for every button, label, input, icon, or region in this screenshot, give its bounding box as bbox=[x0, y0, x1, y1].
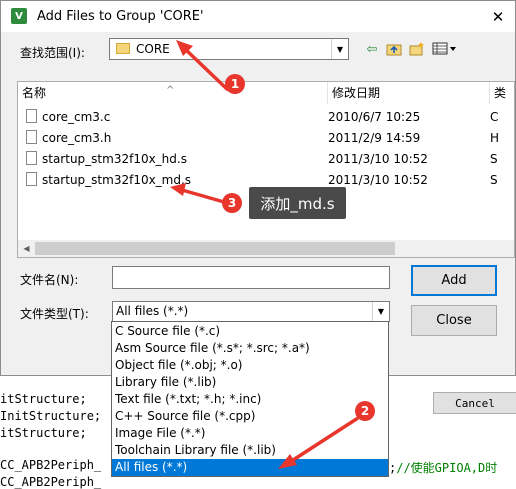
file-type-label: 文件类型(T): bbox=[20, 307, 89, 321]
dropdown-option[interactable]: Toolchain Library file (*.lib) bbox=[112, 442, 388, 459]
add-button[interactable]: Add bbox=[411, 265, 497, 296]
column-name-label: 名称 bbox=[22, 86, 47, 100]
column-header-name[interactable]: 名称 ^ bbox=[18, 82, 328, 104]
file-icon bbox=[26, 172, 37, 186]
file-type: C bbox=[490, 110, 499, 124]
dropdown-option[interactable]: Text file (*.txt; *.h; *.inc) bbox=[112, 391, 388, 408]
file-name-label: 文件名(N): bbox=[20, 273, 79, 287]
file-icon bbox=[26, 151, 37, 165]
file-modified: 2011/3/10 10:52 bbox=[328, 173, 428, 187]
dialog-title: Add Files to Group 'CORE' bbox=[37, 9, 204, 24]
close-button[interactable]: Close bbox=[411, 305, 497, 336]
dropdown-option[interactable]: C Source file (*.c) bbox=[112, 323, 388, 340]
code-comment: //使能GPIOA,D时 bbox=[396, 461, 498, 475]
file-modified: 2010/6/7 10:25 bbox=[328, 110, 421, 124]
file-name: core_cm3.h bbox=[42, 131, 112, 145]
annotation-badge-2: 2 bbox=[355, 401, 375, 421]
file-row-core-cm3-h[interactable]: core_cm3.h 2011/2/9 14:59 H bbox=[18, 128, 514, 148]
background-cancel-button[interactable]: Cancel bbox=[433, 392, 516, 414]
code-line: itStructure; bbox=[0, 426, 87, 440]
file-modified: 2011/2/9 14:59 bbox=[328, 131, 421, 145]
file-row-core-cm3-c[interactable]: core_cm3.c 2010/6/7 10:25 C bbox=[18, 107, 514, 127]
file-name: core_cm3.c bbox=[42, 110, 111, 124]
back-arrow-icon[interactable]: ⇦ bbox=[363, 40, 381, 58]
dropdown-option[interactable]: Image File (*.*) bbox=[112, 425, 388, 442]
file-type: S bbox=[490, 152, 498, 166]
horizontal-scrollbar[interactable]: ◀ bbox=[18, 240, 514, 257]
look-in-combobox[interactable]: CORE ▼ bbox=[109, 38, 349, 60]
file-type-value: All files (*.*) bbox=[116, 304, 189, 318]
title-bar: V Add Files to Group 'CORE' ✕ bbox=[1, 1, 515, 32]
code-line: CC_APB2Periph_ bbox=[0, 458, 102, 472]
column-header-modified[interactable]: 修改日期 bbox=[328, 82, 490, 104]
file-type-dropdown-list[interactable]: C Source file (*.c) Asm Source file (*.s… bbox=[111, 321, 389, 477]
code-line-tail: ;//使能GPIOA,D时 bbox=[389, 459, 497, 476]
file-icon bbox=[26, 109, 37, 123]
column-header-type[interactable]: 类 bbox=[490, 82, 514, 104]
file-icon bbox=[26, 130, 37, 144]
file-name-input[interactable] bbox=[112, 266, 390, 289]
dropdown-option[interactable]: Asm Source file (*.s*; *.src; *.a*) bbox=[112, 340, 388, 357]
chevron-down-icon[interactable]: ▼ bbox=[372, 302, 389, 321]
view-menu-icon[interactable] bbox=[431, 40, 459, 58]
dropdown-option[interactable]: Object file (*.obj; *.o) bbox=[112, 357, 388, 374]
code-line: InitStructure; bbox=[0, 409, 102, 423]
file-name: startup_stm32f10x_md.s bbox=[42, 173, 192, 187]
scroll-left-icon[interactable]: ◀ bbox=[18, 240, 35, 257]
file-type: S bbox=[490, 173, 498, 187]
up-folder-icon[interactable] bbox=[385, 40, 403, 58]
look-in-value: CORE bbox=[136, 42, 170, 56]
file-modified: 2011/3/10 10:52 bbox=[328, 152, 428, 166]
folder-icon bbox=[116, 43, 130, 54]
dropdown-option[interactable]: Library file (*.lib) bbox=[112, 374, 388, 391]
code-line: itStructure; bbox=[0, 392, 87, 406]
file-list-view[interactable]: 名称 ^ 修改日期 类 core_cm3.c 2010/6/7 10:25 C … bbox=[17, 81, 515, 258]
new-folder-icon[interactable] bbox=[408, 40, 426, 58]
code-line: CC_APB2Periph_ bbox=[0, 475, 102, 489]
annotation-badge-3: 3 bbox=[222, 193, 242, 213]
sort-up-icon: ^ bbox=[166, 85, 175, 96]
dropdown-option-selected[interactable]: All files (*.*) bbox=[112, 459, 388, 476]
file-row-startup-hd[interactable]: startup_stm32f10x_hd.s 2011/3/10 10:52 S bbox=[18, 149, 514, 169]
keil-app-icon: V bbox=[11, 8, 27, 24]
annotation-callout: 添加_md.s bbox=[249, 187, 346, 219]
close-icon[interactable]: ✕ bbox=[481, 1, 515, 32]
look-in-label: 查找范围(I): bbox=[20, 46, 85, 60]
file-name: startup_stm32f10x_hd.s bbox=[42, 152, 187, 166]
file-type: H bbox=[490, 131, 500, 145]
annotation-badge-1: 1 bbox=[225, 74, 245, 94]
chevron-down-icon[interactable]: ▼ bbox=[331, 39, 348, 59]
file-type-combobox[interactable]: All files (*.*) ▼ bbox=[112, 301, 390, 322]
scrollbar-thumb[interactable] bbox=[35, 242, 395, 255]
dropdown-option[interactable]: C++ Source file (*.cpp) bbox=[112, 408, 388, 425]
